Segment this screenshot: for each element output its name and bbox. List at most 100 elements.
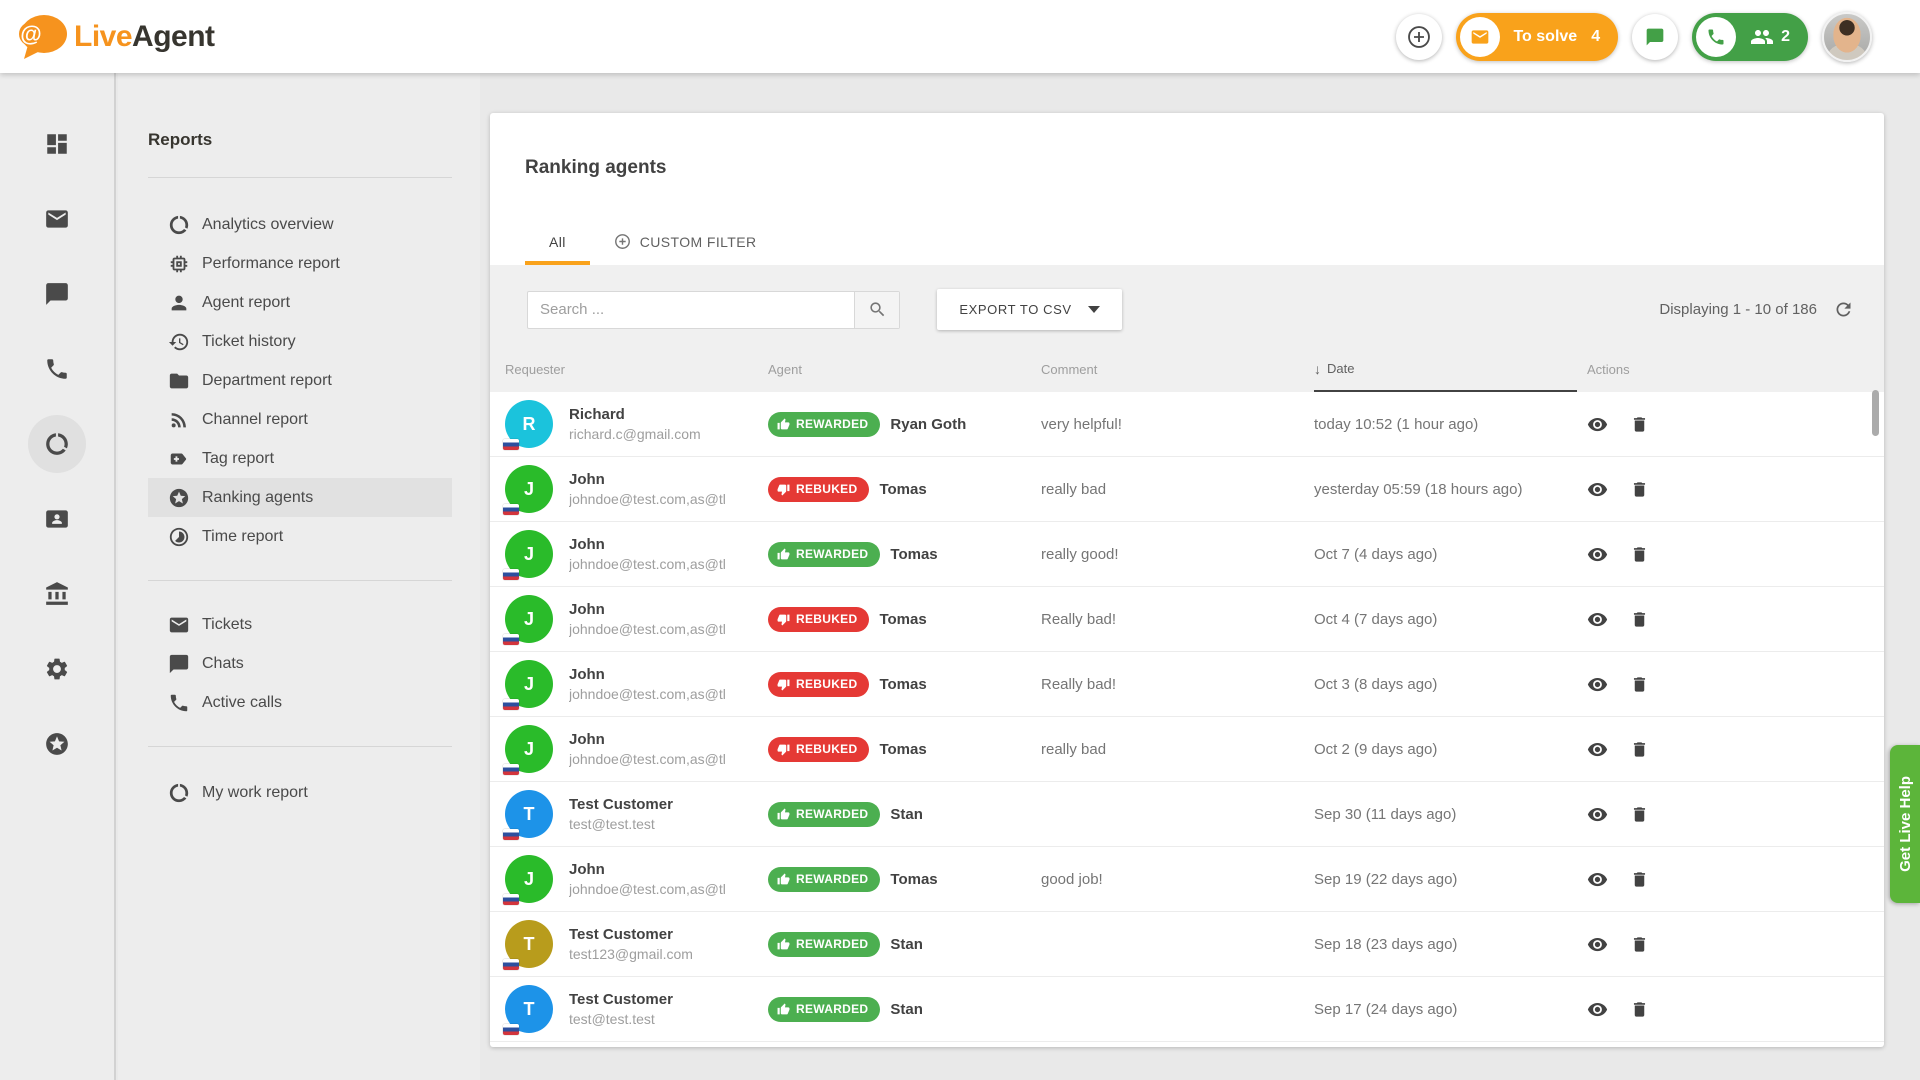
export-to-csv-button[interactable]: EXPORT TO CSV [937, 289, 1122, 330]
agent-name: Tomas [879, 741, 926, 758]
view-button[interactable] [1587, 804, 1608, 825]
chats-button[interactable] [1632, 14, 1678, 60]
svg-text:@: @ [20, 21, 41, 46]
table-row[interactable]: T Test Customer test@test.test REWARDED … [490, 782, 1884, 847]
menu-item-analytics-overview[interactable]: Analytics overview [148, 205, 452, 244]
requester-cell: J John johndoe@test.com,as@tl [505, 530, 768, 578]
date-cell: Oct 3 (8 days ago) [1314, 676, 1587, 693]
menu-item-agent-report[interactable]: Agent report [148, 283, 452, 322]
view-button[interactable] [1587, 739, 1608, 760]
menu-item-chats[interactable]: Chats [148, 644, 452, 683]
slovakia-flag-icon [503, 829, 519, 840]
date-cell: today 10:52 (1 hour ago) [1314, 416, 1587, 433]
view-button[interactable] [1587, 999, 1608, 1020]
refresh-icon [1833, 299, 1854, 320]
calls-button[interactable]: 2 [1692, 13, 1808, 61]
trash-icon [1630, 415, 1649, 434]
delete-button[interactable] [1630, 480, 1649, 499]
rail-item-dashboard[interactable] [0, 106, 114, 181]
table-row[interactable]: T Test Customer test@test.test REWARDED … [490, 977, 1884, 1042]
view-button[interactable] [1587, 934, 1608, 955]
to-solve-button[interactable]: To solve 4 [1456, 13, 1618, 61]
menu-item-tickets[interactable]: Tickets [148, 605, 452, 644]
rating-badge: REWARDED [768, 932, 880, 957]
rail-item-upgrade[interactable] [0, 706, 114, 781]
view-button[interactable] [1587, 544, 1608, 565]
delete-button[interactable] [1630, 935, 1649, 954]
view-button[interactable] [1587, 479, 1608, 500]
menu-item-performance-report[interactable]: Performance report [148, 244, 452, 283]
column-header-requester[interactable]: Requester [505, 347, 768, 392]
menu-item-active-calls[interactable]: Active calls [148, 683, 452, 722]
refresh-button[interactable] [1833, 299, 1854, 320]
view-button[interactable] [1587, 869, 1608, 890]
tab-all[interactable]: All [525, 218, 590, 265]
search-input[interactable] [528, 292, 854, 328]
menu-item-department-report[interactable]: Department report [148, 361, 452, 400]
delete-button[interactable] [1630, 415, 1649, 434]
table-row[interactable]: J John johndoe@test.com,as@tl REWARDED T… [490, 522, 1884, 587]
delete-button[interactable] [1630, 805, 1649, 824]
thumb-icon [777, 483, 790, 496]
comment-cell: Really bad! [1041, 611, 1314, 628]
rating-badge: REWARDED [768, 867, 880, 892]
user-avatar[interactable] [1822, 12, 1872, 62]
rail-item-chats[interactable] [0, 256, 114, 331]
delete-button[interactable] [1630, 1000, 1649, 1019]
menu-item-ranking-agents[interactable]: Ranking agents [148, 478, 452, 517]
get-live-help-tab[interactable]: Get Live Help [1890, 745, 1920, 903]
table-row[interactable]: J John johndoe@test.com,as@tl REBUKED To… [490, 717, 1884, 782]
rail-item-calls[interactable] [0, 331, 114, 406]
comment-cell: really bad [1041, 741, 1314, 758]
rail-item-settings[interactable] [0, 631, 114, 706]
search-button[interactable] [854, 292, 899, 328]
eye-icon [1587, 544, 1608, 565]
view-button[interactable] [1587, 609, 1608, 630]
table-row[interactable]: R Richard richard.c@gmail.com REWARDED R… [490, 392, 1884, 457]
rail-item-reports[interactable] [0, 406, 114, 481]
delete-button[interactable] [1630, 870, 1649, 889]
trash-icon [1630, 870, 1649, 889]
delete-button[interactable] [1630, 545, 1649, 564]
requester-avatar: T [505, 790, 553, 838]
table-row[interactable]: J John johndoe@test.com,as@tl REBUKED To… [490, 652, 1884, 717]
thumb-icon [777, 873, 790, 886]
rating-badge: REBUKED [768, 607, 869, 632]
menu-item-ticket-history[interactable]: Ticket history [148, 322, 452, 361]
menu-item-my-work-report[interactable]: My work report [148, 773, 452, 812]
menu-item-channel-report[interactable]: Channel report [148, 400, 452, 439]
column-header-agent[interactable]: Agent [768, 347, 1041, 392]
delete-button[interactable] [1630, 610, 1649, 629]
table-row[interactable]: J John johndoe@test.com,as@tl REBUKED To… [490, 587, 1884, 652]
rail-item-company[interactable] [0, 556, 114, 631]
menu-item-tag-report[interactable]: Tag report [148, 439, 452, 478]
slovakia-flag-icon [503, 894, 519, 905]
requester-email: johndoe@test.com,as@tl [569, 881, 726, 897]
thumb-icon [777, 548, 790, 561]
table-scrollbar-thumb[interactable] [1872, 390, 1879, 436]
menu-item-time-report[interactable]: Time report [148, 517, 452, 556]
requester-cell: T Test Customer test123@gmail.com [505, 920, 768, 968]
column-header-comment[interactable]: Comment [1041, 347, 1314, 392]
view-button[interactable] [1587, 674, 1608, 695]
agent-cell: REBUKED Tomas [768, 737, 1041, 762]
table-row[interactable]: J John johndoe@test.com,as@tl REBUKED To… [490, 457, 1884, 522]
delete-button[interactable] [1630, 740, 1649, 759]
rail-item-tickets[interactable] [0, 181, 114, 256]
thumb-icon [777, 613, 790, 626]
table-row[interactable]: J John johndoe@test.com,as@tl REWARDED T… [490, 847, 1884, 912]
actions-cell [1587, 674, 1884, 695]
rail-item-contacts[interactable] [0, 481, 114, 556]
delete-button[interactable] [1630, 675, 1649, 694]
view-button[interactable] [1587, 414, 1608, 435]
table-row[interactable]: T Test Customer test123@gmail.com REWARD… [490, 912, 1884, 977]
tab-custom-filter[interactable]: CUSTOM FILTER [590, 218, 781, 265]
thumb-icon [777, 1003, 790, 1016]
envelope-icon [1470, 27, 1490, 47]
page-title: Ranking agents [490, 113, 1884, 179]
eye-icon [1587, 674, 1608, 695]
requester-email: test123@gmail.com [569, 946, 693, 962]
add-button[interactable] [1396, 14, 1442, 60]
rss-icon [168, 409, 190, 431]
column-header-date-sorted[interactable]: ↓ Date [1314, 347, 1577, 392]
